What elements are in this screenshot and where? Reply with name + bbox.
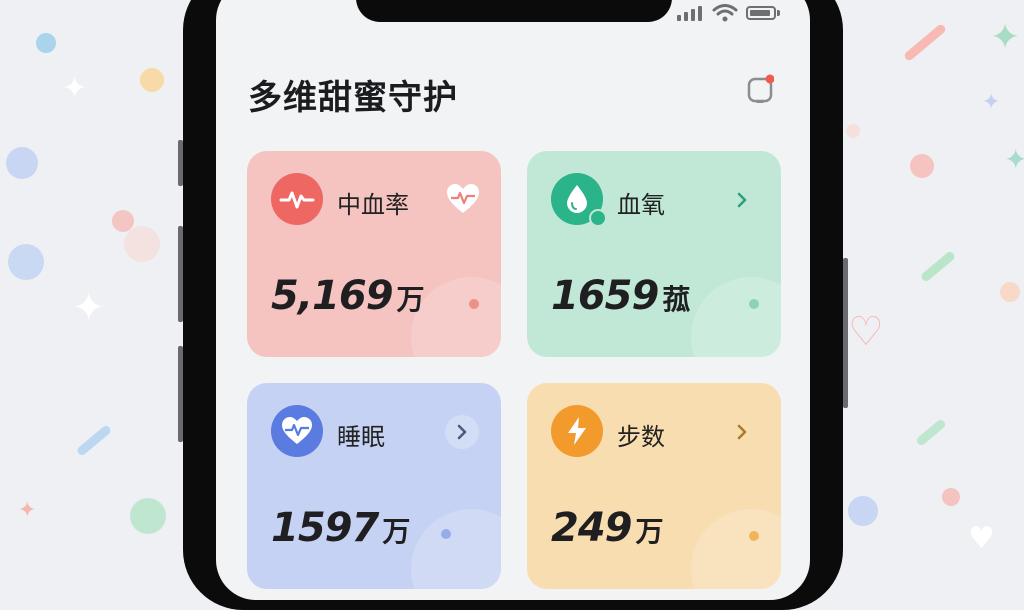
heart-outline-icon[interactable] <box>443 179 483 219</box>
card-value: 249 万 <box>551 505 664 551</box>
status-bar <box>676 4 780 22</box>
phone-side-button <box>178 140 183 186</box>
value-unit: 万 <box>635 515 664 548</box>
card-label: 步数 <box>617 423 665 451</box>
background-dot <box>140 68 164 92</box>
card-bubble <box>691 277 781 357</box>
chevron-right-icon[interactable] <box>725 415 759 449</box>
indicator-dot <box>749 531 759 541</box>
card-bubble <box>411 509 501 589</box>
card-label: 血氧 <box>617 191 665 219</box>
battery-tip <box>777 10 780 16</box>
background-dot <box>910 154 934 178</box>
card-label: 中血率 <box>337 191 409 219</box>
background-dot <box>942 488 960 506</box>
value-unit: 万 <box>396 283 425 316</box>
value-number: 1659 <box>551 273 659 319</box>
sparkle-icon: ✦ <box>72 285 106 331</box>
card-value: 1597 万 <box>271 505 410 551</box>
background-stroke <box>919 250 957 283</box>
background-dot <box>6 147 38 179</box>
sync-badge <box>589 209 607 227</box>
sparkle-icon: ✦ <box>1004 143 1024 176</box>
battery-icon <box>746 6 776 20</box>
card-label: 睡眠 <box>337 423 385 451</box>
background-stroke <box>915 418 947 447</box>
indicator-dot <box>441 529 451 539</box>
indicator-dot <box>469 299 479 309</box>
value-number: 1597 <box>271 505 379 551</box>
background-stroke <box>75 424 113 457</box>
chevron-right-icon[interactable] <box>445 415 479 449</box>
notification-icon[interactable] <box>746 74 774 106</box>
chevron-right-icon[interactable] <box>725 183 759 217</box>
blood-oxygen-card[interactable]: 血氧 1659 菰 <box>527 151 781 357</box>
background-dot <box>846 124 860 138</box>
indicator-dot <box>749 299 759 309</box>
heartbeat-icon <box>271 173 323 225</box>
value-number: 5,169 <box>271 273 394 319</box>
background-dot <box>36 33 56 53</box>
value-number: 249 <box>551 505 632 551</box>
sparkle-icon: ✦ <box>990 17 1021 58</box>
background-heart-icon: ♡ <box>848 309 884 355</box>
background-dot <box>130 498 166 534</box>
background-dot <box>8 244 44 280</box>
card-bubble <box>411 277 501 357</box>
page-title: 多维甜蜜守护 <box>248 78 458 118</box>
background-stroke <box>902 22 948 63</box>
signal-icon <box>677 6 702 21</box>
background-heart-icon: ♥ <box>968 521 995 556</box>
background-dot <box>124 226 160 262</box>
value-unit: 菰 <box>662 283 690 316</box>
background-dot <box>1000 282 1020 302</box>
phone-side-button <box>843 258 848 408</box>
heart-pulse-icon <box>271 405 323 457</box>
heart-rate-card[interactable]: 中血率 5,169 万 <box>247 151 501 357</box>
card-bubble <box>691 509 781 589</box>
card-value: 5,169 万 <box>271 273 425 319</box>
background-dot <box>848 496 878 526</box>
wifi-icon <box>712 4 738 22</box>
sparkle-icon: ✦ <box>62 71 88 106</box>
phone-notch <box>356 0 672 22</box>
lightning-icon <box>551 405 603 457</box>
phone-side-button <box>178 226 183 322</box>
sparkle-icon: ✦ <box>18 498 37 523</box>
steps-card[interactable]: 步数 249 万 <box>527 383 781 589</box>
sleep-card[interactable]: 睡眠 1597 万 <box>247 383 501 589</box>
value-unit: 万 <box>382 515 410 548</box>
sparkle-icon: ✦ <box>982 90 1001 115</box>
card-value: 1659 菰 <box>551 273 690 319</box>
phone-side-button <box>178 346 183 442</box>
